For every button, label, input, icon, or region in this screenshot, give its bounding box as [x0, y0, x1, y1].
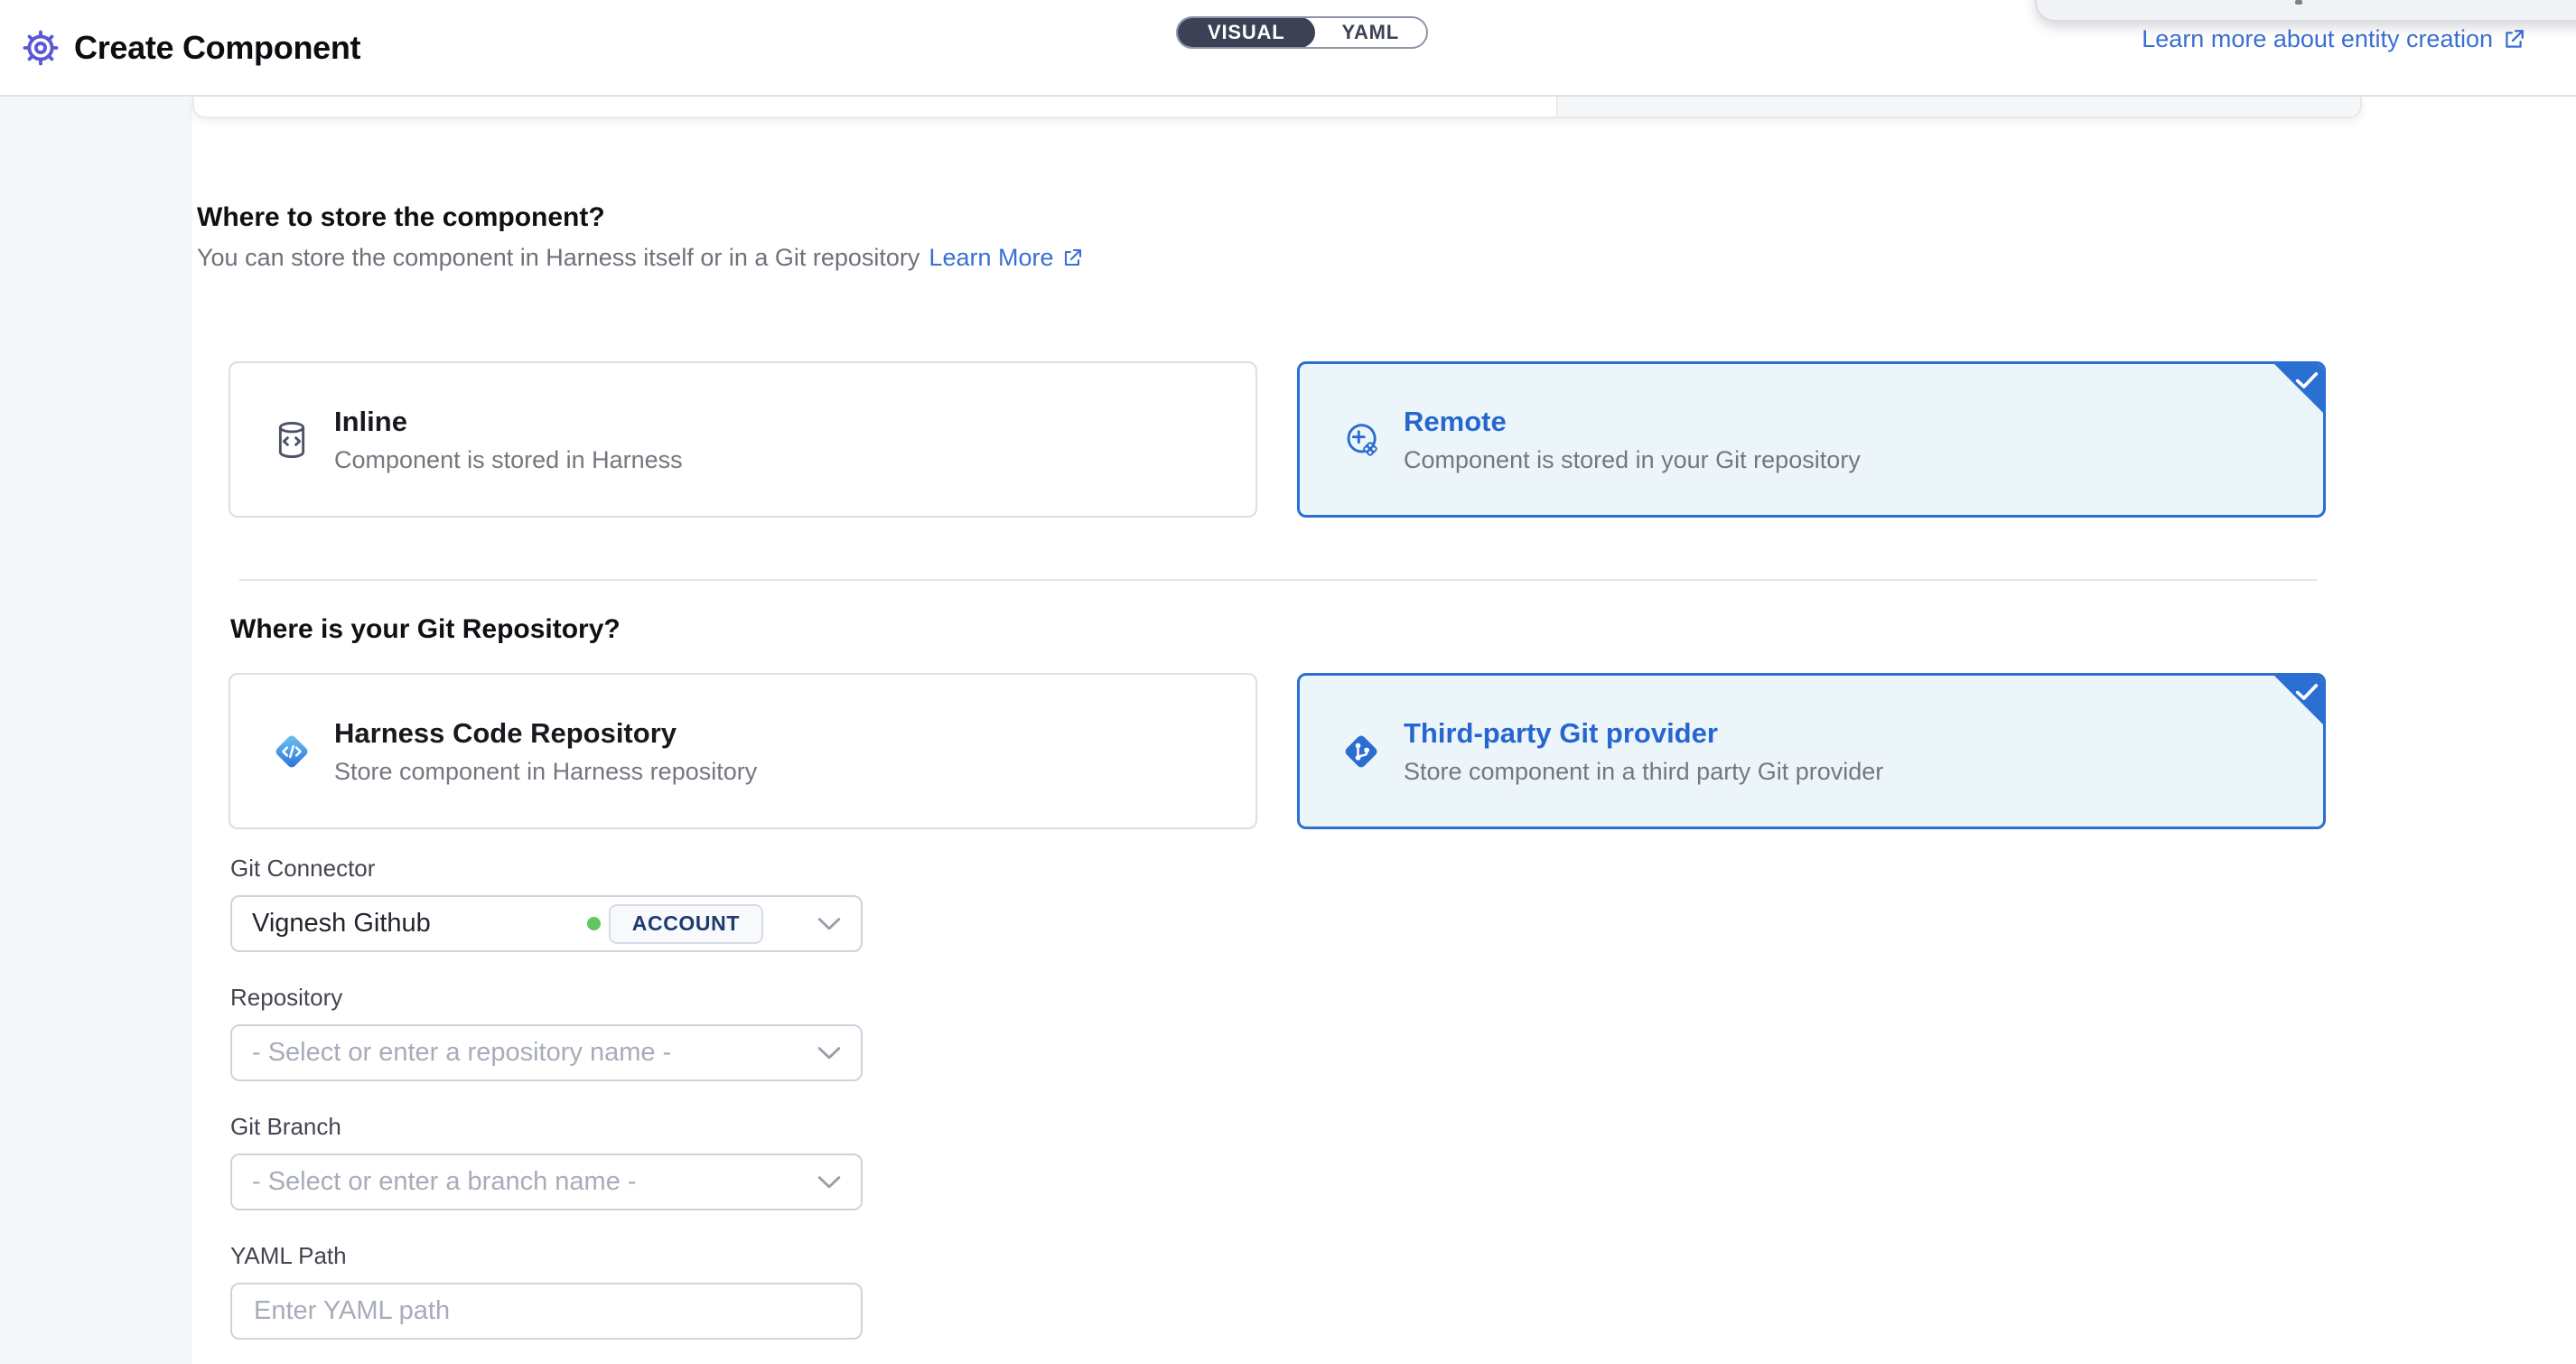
- connector-status-dot: [587, 917, 601, 930]
- external-link-icon: [1061, 248, 1083, 269]
- scope-badge: ACCOUNT: [609, 904, 763, 944]
- option-card-remote[interactable]: Remote Component is stored in your Git r…: [1297, 361, 2326, 518]
- scrolled-card-bottom: [192, 97, 2362, 118]
- external-link-icon: [2502, 28, 2525, 51]
- git-connector-group: Git Connector Vignesh Github ACCOUNT: [230, 855, 863, 952]
- git-connector-select[interactable]: Vignesh Github ACCOUNT: [230, 895, 863, 952]
- database-code-icon: [271, 419, 313, 461]
- entity-creation-help-label: Learn more about entity creation: [2142, 25, 2493, 53]
- git-connector-label: Git Connector: [230, 855, 863, 883]
- left-gutter: [0, 97, 192, 1364]
- git-connector-value: Vignesh Github: [252, 909, 587, 939]
- yaml-path-label: YAML Path: [230, 1242, 863, 1270]
- git-details-form: Git Connector Vignesh Github ACCOUNT Rep…: [230, 855, 863, 1364]
- repository-placeholder: - Select or enter a repository name -: [252, 1038, 817, 1068]
- header-title-group: Create Component: [22, 0, 360, 95]
- repository-group: Repository - Select or enter a repositor…: [230, 984, 863, 1081]
- option-title: Harness Code Repository: [334, 717, 757, 750]
- git-provider-icon: [1340, 731, 1382, 772]
- tab-visual[interactable]: VISUAL: [1177, 17, 1315, 48]
- yaml-path-input[interactable]: [230, 1283, 863, 1340]
- chevron-down-icon: [817, 917, 841, 931]
- settings-gear-icon: [22, 29, 60, 67]
- page-title: Create Component: [74, 29, 360, 67]
- store-section-subtitle-text: You can store the component in Harness i…: [197, 244, 919, 272]
- selected-checkmark: [2273, 363, 2324, 414]
- chevron-down-icon: [817, 1046, 841, 1060]
- yaml-path-group: YAML Path: [230, 1242, 863, 1340]
- scrolled-card-side-panel: [1556, 97, 2360, 118]
- repository-label: Repository: [230, 984, 863, 1012]
- git-branch-placeholder: - Select or enter a branch name -: [252, 1167, 817, 1197]
- store-section-subtitle: You can store the component in Harness i…: [197, 244, 1083, 272]
- git-branch-select[interactable]: - Select or enter a branch name -: [230, 1154, 863, 1210]
- create-component-page: Create Component VISUAL YAML Learn more …: [0, 0, 2576, 1364]
- visual-yaml-toggle: VISUAL YAML: [1176, 16, 1428, 49]
- selected-checkmark: [2273, 675, 2324, 725]
- option-card-third-party-git[interactable]: Third-party Git provider Store component…: [1297, 673, 2326, 829]
- section-divider: [239, 579, 2317, 581]
- store-options-row: Inline Component is stored in Harness Re…: [229, 361, 2326, 518]
- learn-more-link[interactable]: Learn More: [929, 244, 1082, 272]
- remote-git-icon: [1340, 419, 1382, 461]
- option-description: Component is stored in Harness: [334, 446, 683, 474]
- tab-yaml[interactable]: YAML: [1314, 18, 1426, 47]
- option-card-inline[interactable]: Inline Component is stored in Harness: [229, 361, 1257, 518]
- git-branch-group: Git Branch - Select or enter a branch na…: [230, 1113, 863, 1210]
- cutoff-dialog: [2035, 0, 2576, 22]
- git-branch-label: Git Branch: [230, 1113, 863, 1141]
- option-description: Store component in Harness repository: [334, 758, 757, 786]
- store-section-heading: Where to store the component?: [197, 202, 605, 233]
- chevron-down-icon: [817, 1175, 841, 1190]
- option-title: Remote: [1404, 406, 1861, 438]
- option-description: Store component in a third party Git pro…: [1404, 758, 1883, 786]
- entity-creation-help-link[interactable]: Learn more about entity creation: [2142, 25, 2525, 53]
- repository-select[interactable]: - Select or enter a repository name -: [230, 1024, 863, 1081]
- dialog-icon-fragment: [2295, 0, 2302, 5]
- option-title: Third-party Git provider: [1404, 717, 1883, 750]
- option-description: Component is stored in your Git reposito…: [1404, 446, 1861, 474]
- option-card-harness-code[interactable]: Harness Code Repository Store component …: [229, 673, 1257, 829]
- harness-code-icon: [271, 731, 313, 772]
- git-options-row: Harness Code Repository Store component …: [229, 673, 2326, 829]
- git-section-heading: Where is your Git Repository?: [230, 614, 621, 645]
- option-title: Inline: [334, 406, 683, 438]
